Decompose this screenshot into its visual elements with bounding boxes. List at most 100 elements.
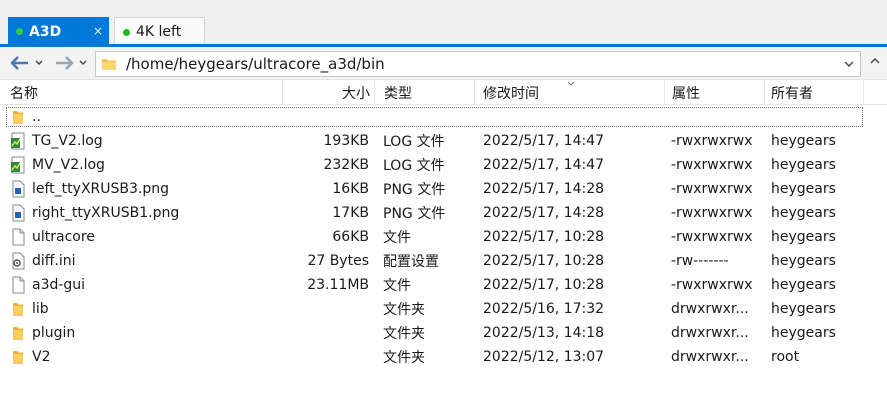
file-size bbox=[283, 297, 369, 321]
path-input[interactable]: /home/heygears/ultracore_a3d/bin bbox=[95, 51, 861, 77]
file-list: .. TG_V2.log 193KB LOG 文件 2022/5/17, 14:47 -r… bbox=[0, 105, 887, 369]
close-tab-icon[interactable]: × bbox=[93, 24, 103, 38]
table-row[interactable]: MV_V2.log 232KB LOG 文件 2022/5/17, 14:47 -rwx… bbox=[0, 153, 887, 177]
file-name-cell: plugin bbox=[10, 321, 282, 345]
file-owner: heygears bbox=[771, 277, 836, 293]
file-icon bbox=[10, 276, 26, 294]
back-arrow-icon bbox=[10, 56, 28, 70]
address-bar: /home/heygears/ultracore_a3d/bin bbox=[0, 47, 887, 80]
file-permissions: -rwxrwxrwx bbox=[671, 277, 753, 293]
file-size: 23.11MB bbox=[307, 277, 369, 293]
chevron-down-icon[interactable] bbox=[78, 59, 88, 67]
file-name-cell: MV_V2.log bbox=[10, 153, 282, 177]
forward-button[interactable] bbox=[54, 53, 88, 73]
file-name-cell: TG_V2.log bbox=[10, 129, 282, 153]
image-file-icon bbox=[10, 204, 26, 222]
file-name: a3d-gui bbox=[32, 277, 86, 293]
file-name-cell: diff.ini bbox=[10, 249, 282, 273]
sort-indicator-icon bbox=[567, 81, 575, 86]
file-modified: 2022/5/13, 14:18 bbox=[483, 325, 605, 341]
file-permissions: -rwxrwxrwx bbox=[671, 157, 753, 173]
forward-arrow-icon bbox=[56, 56, 74, 70]
chevron-down-icon[interactable] bbox=[34, 59, 44, 67]
file-owner: heygears bbox=[771, 133, 836, 149]
file-owner: heygears bbox=[771, 205, 836, 221]
column-permissions-header[interactable]: 属性 bbox=[665, 80, 765, 105]
column-type-header[interactable]: 类型 bbox=[375, 80, 475, 105]
file-type: 文件夹 bbox=[383, 350, 425, 366]
log-file-icon bbox=[10, 132, 26, 150]
file-name-cell: ultracore bbox=[10, 225, 282, 249]
file-modified: 2022/5/17, 10:28 bbox=[483, 253, 605, 269]
table-row[interactable]: left_ttyXRUSB3.png 16KB PNG 文件 2022/5/17, 1… bbox=[0, 177, 887, 201]
file-name-cell: a3d-gui bbox=[10, 273, 282, 297]
file-name-cell: right_ttyXRUSB1.png bbox=[10, 201, 282, 225]
tab-label: 4K left bbox=[136, 24, 182, 40]
table-row[interactable]: diff.ini 27 Bytes 配置设置 2022/5/17, 10:28 -rw-… bbox=[0, 249, 887, 273]
file-size: 16KB bbox=[332, 181, 369, 197]
file-modified: 2022/5/16, 17:32 bbox=[483, 301, 605, 317]
file-type: 文件 bbox=[383, 230, 411, 246]
chevron-up-icon bbox=[870, 58, 880, 64]
file-permissions: -rwxrwxrwx bbox=[671, 181, 753, 197]
file-owner: heygears bbox=[771, 229, 836, 245]
table-row[interactable]: a3d-gui 23.11MB 文件 2022/5/17, 10:28 -rwxrwxr… bbox=[0, 273, 887, 297]
file-owner: heygears bbox=[771, 325, 836, 341]
file-name: lib bbox=[32, 301, 49, 317]
file-owner: root bbox=[771, 349, 800, 365]
log-file-icon bbox=[10, 156, 26, 174]
file-modified: 2022/5/17, 14:28 bbox=[483, 205, 605, 221]
file-modified: 2022/5/17, 10:28 bbox=[483, 277, 605, 293]
chevron-down-icon[interactable] bbox=[842, 57, 856, 71]
file-name: ultracore bbox=[32, 229, 95, 245]
file-type: LOG 文件 bbox=[383, 158, 445, 174]
column-size-header[interactable]: 大小 bbox=[283, 80, 375, 105]
file-permissions: -rwxrwxrwx bbox=[671, 133, 753, 149]
column-name-header[interactable]: 名称 bbox=[0, 80, 283, 105]
file-modified: 2022/5/12, 13:07 bbox=[483, 349, 605, 365]
tab-a3d[interactable]: A3D × bbox=[8, 17, 109, 46]
file-permissions: -rw------- bbox=[671, 253, 729, 269]
file-size: 27 Bytes bbox=[307, 253, 369, 269]
column-owner-header[interactable]: 所有者 bbox=[765, 80, 864, 105]
column-header: 名称 大小 类型 修改时间 属性 所有者 bbox=[0, 80, 887, 105]
file-permissions bbox=[671, 105, 761, 129]
file-icon bbox=[10, 228, 26, 246]
file-modified bbox=[483, 105, 663, 129]
file-owner: heygears bbox=[771, 301, 836, 317]
parent-directory-row[interactable]: .. bbox=[0, 105, 887, 129]
folder-icon bbox=[102, 59, 116, 70]
file-size: 193KB bbox=[323, 133, 369, 149]
side-panel-button[interactable] bbox=[868, 53, 887, 73]
file-name: V2 bbox=[32, 349, 51, 365]
file-size: 66KB bbox=[332, 229, 369, 245]
settings-file-icon bbox=[10, 252, 26, 270]
table-row[interactable]: right_ttyXRUSB1.png 17KB PNG 文件 2022/5/17, … bbox=[0, 201, 887, 225]
tab-strip: A3D × 4K left bbox=[0, 0, 887, 47]
connected-status-icon bbox=[123, 28, 130, 36]
image-file-icon bbox=[10, 180, 26, 198]
file-type bbox=[383, 105, 475, 129]
file-permissions: drwxrwxr... bbox=[671, 301, 749, 317]
back-button[interactable] bbox=[10, 53, 44, 73]
file-name: diff.ini bbox=[32, 253, 76, 269]
file-type: LOG 文件 bbox=[383, 134, 445, 150]
tab-4k-left[interactable]: 4K left bbox=[114, 17, 205, 46]
file-name-cell: left_ttyXRUSB3.png bbox=[10, 177, 282, 201]
folder-icon bbox=[10, 348, 26, 366]
file-size: 232KB bbox=[323, 157, 369, 173]
file-modified: 2022/5/17, 14:28 bbox=[483, 181, 605, 197]
file-type: 文件夹 bbox=[383, 326, 425, 342]
table-row[interactable]: V2 文件夹 2022/5/12, 13:07 drwxrwxr... root bbox=[0, 345, 887, 369]
file-modified: 2022/5/17, 14:47 bbox=[483, 133, 605, 149]
file-permissions: -rwxrwxrwx bbox=[671, 229, 753, 245]
file-permissions: drwxrwxr... bbox=[671, 325, 749, 341]
file-permissions: drwxrwxr... bbox=[671, 349, 749, 365]
file-owner: heygears bbox=[771, 157, 836, 173]
file-owner: heygears bbox=[771, 181, 836, 197]
table-row[interactable]: TG_V2.log 193KB LOG 文件 2022/5/17, 14:47 -rwx… bbox=[0, 129, 887, 153]
table-row[interactable]: ultracore 66KB 文件 2022/5/17, 10:28 -rwxrwxrw… bbox=[0, 225, 887, 249]
table-row[interactable]: lib 文件夹 2022/5/16, 17:32 drwxrwxr... heygear… bbox=[0, 297, 887, 321]
table-row[interactable]: plugin 文件夹 2022/5/13, 14:18 drwxrwxr... heyg… bbox=[0, 321, 887, 345]
file-modified: 2022/5/17, 10:28 bbox=[483, 229, 605, 245]
